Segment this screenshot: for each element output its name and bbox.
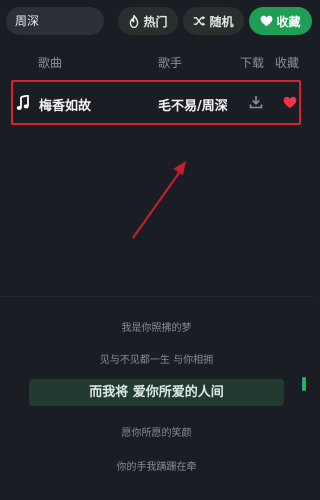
flame-icon [130, 14, 139, 28]
random-button-label: 随机 [209, 14, 234, 29]
lyric-line: 见与不见都一生 与你相拥 [99, 355, 214, 366]
download-icon[interactable] [249, 95, 263, 109]
column-header-download: 下载 [240, 56, 265, 70]
table-header: 歌曲 歌手 下载 收藏 [0, 50, 313, 74]
lyrics-scrollbar[interactable] [302, 377, 306, 391]
lyric-line: 你的手我蹒跚在牵 [116, 462, 197, 473]
hot-button[interactable]: 热门 [118, 7, 178, 35]
shuffle-icon [194, 15, 206, 27]
hot-button-label: 热门 [143, 14, 168, 29]
favorites-button-label: 收藏 [276, 14, 301, 29]
lyrics-divider [0, 296, 313, 297]
heart-icon [261, 15, 273, 27]
lyric-line: 愿你所愿的笑颜 [121, 428, 192, 439]
song-artist: 毛不易/周深 [158, 99, 228, 114]
random-button[interactable]: 随机 [183, 7, 244, 35]
current-lyric-line: 而我将 爱你所爱的人间 [29, 379, 284, 406]
lyric-line: 我是你照拂的梦 [121, 323, 192, 334]
music-note-icon [16, 95, 29, 110]
column-header-favorite: 收藏 [275, 56, 300, 70]
table-row[interactable]: 梅香如故 毛不易/周深 [11, 80, 301, 125]
song-title: 梅香如故 [39, 99, 92, 114]
favorite-heart-icon[interactable] [283, 96, 297, 109]
column-header-song: 歌曲 [38, 56, 63, 70]
favorites-button[interactable]: 收藏 [249, 7, 312, 35]
column-header-artist: 歌手 [158, 56, 183, 70]
top-bar: 周深 热门 随机 收藏 [0, 0, 313, 42]
search-input[interactable]: 周深 [6, 7, 104, 35]
